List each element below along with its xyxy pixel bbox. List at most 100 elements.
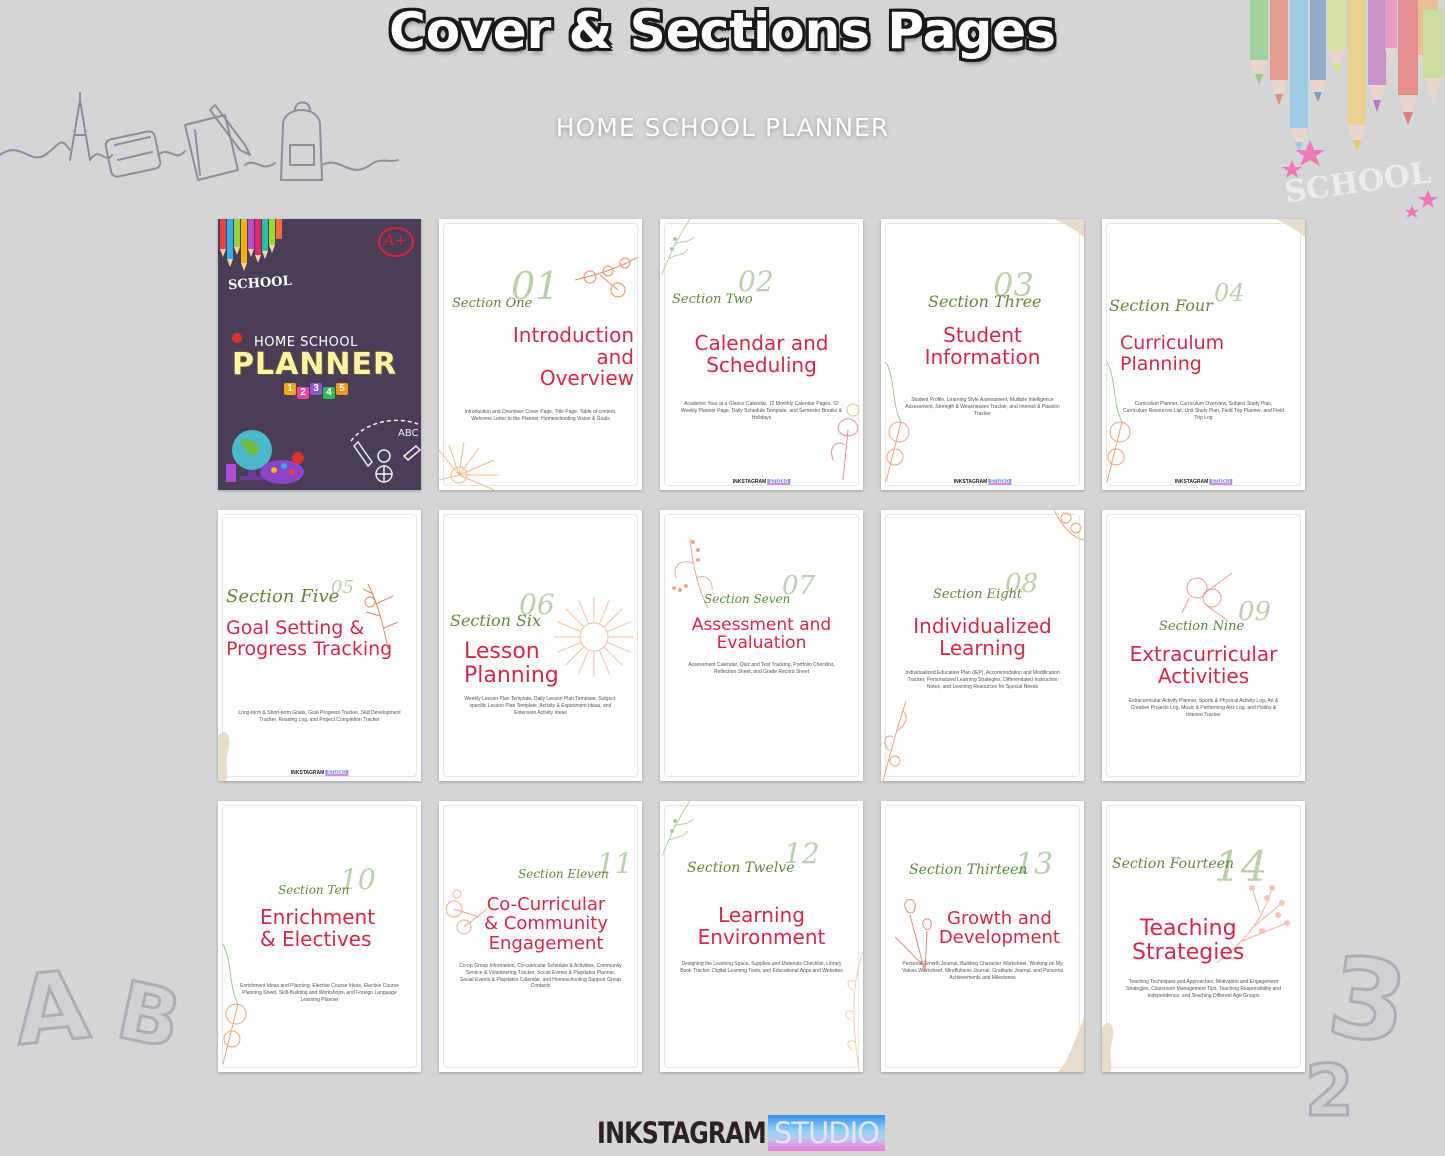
section-title: Enrichment & Electives — [260, 905, 376, 951]
section-title: Goal Setting & Progress Tracking — [226, 617, 393, 660]
svg-text:3: 3 — [1321, 932, 1415, 1069]
section-page-thumbnail[interactable]: 11 Section Eleven Co-Curricular & Communit… — [439, 801, 642, 1072]
page-brand-left: INKSTAGRAM — [732, 479, 767, 485]
globe-icon — [226, 430, 304, 484]
section-page-thumbnail[interactable]: 09 Section Nine Extracurricular Activities… — [1102, 510, 1305, 781]
star-icon — [1418, 190, 1438, 208]
section-page-thumbnail[interactable]: 01 Section One Introduction and Overview In… — [439, 219, 642, 490]
section-title: Teaching Strategies — [1132, 916, 1245, 965]
cover-numbers: 1 2 3 4 5 — [284, 383, 348, 399]
section-title: Individualized Learning — [913, 614, 1052, 660]
section-description: Long-term & Short-term Goals, Goal Progr… — [238, 710, 401, 723]
section-label: Section Six — [450, 610, 542, 630]
page-title: Cover & Sections Pages — [389, 2, 1056, 60]
a-plus-grade: A+ — [383, 231, 407, 249]
cover-page-thumbnail[interactable]: A+ SCHOOL HOME SCHOOL PLANNER 1 2 3 4 5 — [218, 219, 421, 490]
section-description: Student Profile, Learning Style Assessme… — [905, 397, 1060, 417]
section-description: Enrichment Ideas and Planning, Elective … — [240, 983, 399, 1003]
section-page-thumbnail[interactable]: 13 Section Thirteen Growth and Development… — [881, 801, 1084, 1072]
compass-icon — [69, 92, 91, 161]
page-brand-right: STUDIO — [325, 770, 349, 776]
section-page-thumbnail[interactable]: 07 Section Seven Assessment and Evaluation… — [660, 510, 863, 781]
svg-text:ABC: ABC — [398, 428, 419, 439]
section-page-thumbnail[interactable]: 12 Section Twelve Learning Environment Desi… — [660, 801, 863, 1072]
page-brand-logo: INKSTAGRAM STUDIO — [732, 479, 791, 485]
section-page-thumbnail[interactable]: 08 Section Eight Individualized Learning In… — [881, 510, 1084, 781]
apple-icon — [292, 452, 304, 464]
section-label: Section Three — [928, 291, 1042, 311]
section-description: Personal Growth Journal, Building Charac… — [902, 961, 1063, 981]
star-icon — [1405, 205, 1419, 218]
page-brand-right: STUDIO — [767, 479, 791, 485]
section-page-thumbnail[interactable]: 05 Section Five Goal Setting & Progress Tr… — [218, 510, 421, 781]
page-brand-logo: INKSTAGRAM STUDIO — [290, 770, 349, 776]
palette-icon — [260, 460, 304, 484]
section-title: Student Information — [924, 323, 1041, 369]
section-description: Academic Year at a Glance Calendar, 12 M… — [680, 401, 843, 421]
section-page-thumbnail[interactable]: 02 Section Two Calendar and Scheduling Acad… — [660, 219, 863, 490]
section-description: Co-op Group Information, Co-curricular S… — [459, 963, 622, 990]
pencil-case-icon — [104, 130, 162, 178]
svg-text:B: B — [110, 964, 189, 1068]
section-description: Weekly Lesson Plan Template, Daily Lesso… — [464, 696, 617, 716]
svg-text:2: 2 — [1305, 1050, 1354, 1120]
section-page-thumbnail[interactable]: 10 Section Ten Enrichment & Electives Enric… — [218, 801, 421, 1072]
brand-name-right: STUDIO — [767, 1115, 885, 1151]
pencils-icon — [220, 219, 282, 271]
abc-blocks-illustration: A B — [8, 949, 190, 1069]
section-title: Co-Curricular & Community Engagement — [484, 894, 608, 954]
school-doodles-illustration — [0, 92, 399, 181]
section-title: Extracurricular Activities — [1129, 642, 1278, 688]
backpack-icon — [280, 101, 323, 181]
cover-school-label: SCHOOL — [227, 273, 293, 294]
page-brand-logo: INKSTAGRAM STUDIO — [953, 479, 1012, 485]
section-title: Curriculum Planning — [1120, 332, 1225, 375]
section-title: Growth and Development — [938, 908, 1060, 949]
section-label: Section Twelve — [687, 860, 795, 877]
cover-number: 1 — [284, 383, 296, 395]
section-description: Assessment Calendar, Quiz and Test Track… — [688, 662, 835, 675]
school-watermark: SCHOOL — [1282, 155, 1433, 210]
section-label: Section Nine — [1159, 619, 1245, 635]
section-title: Assessment and Evaluation — [691, 615, 832, 654]
section-description: Teaching Techniques and Approaches, Moti… — [1126, 979, 1281, 999]
svg-text:A: A — [9, 950, 94, 1067]
section-page-thumbnail[interactable]: 14 Section Fourteen Teaching Strategies Tea… — [1102, 801, 1305, 1072]
cover-number: 2 — [297, 387, 309, 399]
section-description: Designing the Learning Space, Supplies a… — [680, 961, 843, 974]
apple-icon — [232, 333, 242, 343]
section-label: Section Eleven — [518, 866, 609, 881]
section-title: Introduction and Overview — [512, 323, 634, 391]
section-title: Lesson Planning — [464, 639, 559, 688]
section-page-thumbnail[interactable]: 03 Section Three Student Information Studen… — [881, 219, 1084, 490]
section-label: Section Fourteen — [1112, 856, 1235, 873]
cover-number: 3 — [310, 383, 322, 395]
cover-number: 5 — [336, 383, 348, 395]
page-brand-right: STUDIO — [988, 479, 1012, 485]
cover-title-line2: PLANNER — [232, 347, 398, 382]
section-number: 04 — [1214, 278, 1245, 307]
section-title: Calendar and Scheduling — [694, 331, 829, 377]
section-page-thumbnail[interactable]: 06 Section Six Lesson Planning Weekly Lesso… — [439, 510, 642, 781]
page-brand-right: STUDIO — [1209, 479, 1233, 485]
pencil-cup-icon — [226, 464, 236, 482]
footer-brand-logo: INKSTAGRAM STUDIO — [0, 1115, 1445, 1151]
section-label: Section Four — [1109, 295, 1213, 315]
section-label: Section Five — [226, 586, 340, 608]
section-label: Section Ten — [278, 882, 350, 897]
colored-pencils-illustration: SCHOOL — [1250, 0, 1443, 218]
page-brand-left: INKSTAGRAM — [290, 770, 325, 776]
page-brand-left: INKSTAGRAM — [1174, 479, 1209, 485]
section-description: Introduction and Overview: Cover Page, T… — [464, 409, 617, 422]
page-brand-left: INKSTAGRAM — [953, 479, 988, 485]
section-title: Learning Environment — [697, 903, 826, 949]
chalk-doodles-icon: ABC — [350, 419, 421, 483]
brand-name-left: INKSTAGRAM — [597, 1116, 767, 1150]
numbers-illustration: 3 2 — [1304, 930, 1417, 1120]
section-label: Section Eight — [933, 587, 1023, 603]
section-label: Section Seven — [704, 591, 791, 606]
section-label: Section One — [452, 296, 533, 312]
section-label: Section Two — [672, 292, 753, 308]
section-page-thumbnail[interactable]: 04 Section Four Curriculum Planning Curricu… — [1102, 219, 1305, 490]
section-label: Section Thirteen — [909, 862, 1028, 879]
